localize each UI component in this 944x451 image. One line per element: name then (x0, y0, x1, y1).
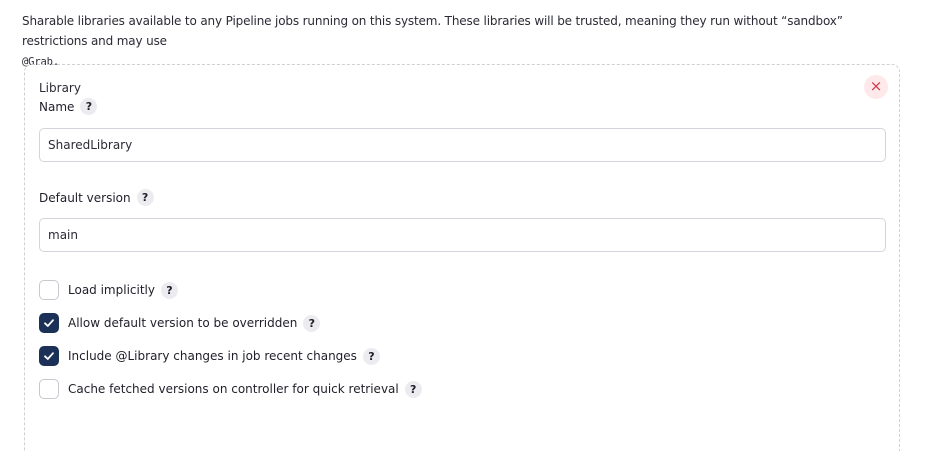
load-implicitly-checkbox[interactable] (39, 280, 59, 300)
allow-override-help-icon[interactable]: ? (303, 314, 321, 332)
libraries-description-text: Sharable libraries available to any Pipe… (22, 14, 843, 48)
option-cache-versions[interactable]: Cache fetched versions on controller for… (39, 379, 422, 399)
option-load-implicitly[interactable]: Load implicitly ? (39, 280, 178, 300)
default-version-label: Default version (39, 190, 131, 205)
default-version-label-row: Default version ? (39, 189, 154, 206)
library-card: Library × Name ? Default version ? Load … (24, 64, 900, 451)
default-version-input[interactable] (39, 218, 886, 252)
default-version-help-icon[interactable]: ? (136, 189, 154, 206)
load-implicitly-label[interactable]: Load implicitly (68, 283, 155, 297)
include-changes-help-icon[interactable]: ? (362, 347, 380, 365)
include-changes-checkbox[interactable] (39, 346, 59, 366)
load-implicitly-help-icon[interactable]: ? (160, 281, 178, 299)
allow-override-label[interactable]: Allow default version to be overridden (68, 316, 297, 330)
checkmark-icon (44, 319, 54, 327)
checkmark-icon (44, 352, 54, 360)
close-icon: × (869, 77, 883, 95)
delete-library-button[interactable]: × (864, 75, 888, 99)
include-changes-label[interactable]: Include @Library changes in job recent c… (68, 349, 357, 363)
option-include-changes[interactable]: Include @Library changes in job recent c… (39, 346, 380, 366)
allow-override-checkbox[interactable] (39, 313, 59, 333)
name-help-icon[interactable]: ? (80, 98, 98, 115)
option-allow-override[interactable]: Allow default version to be overridden ? (39, 313, 321, 333)
name-field-label-row: Name ? (39, 98, 98, 115)
cache-versions-checkbox[interactable] (39, 379, 59, 399)
cache-versions-label[interactable]: Cache fetched versions on controller for… (68, 382, 399, 396)
library-heading: Library (39, 81, 81, 95)
name-label: Name (39, 99, 75, 114)
name-input[interactable] (39, 128, 886, 162)
global-pipeline-libraries-section: Sharable libraries available to any Pipe… (0, 0, 944, 451)
cache-versions-help-icon[interactable]: ? (404, 380, 422, 398)
libraries-description: Sharable libraries available to any Pipe… (22, 11, 902, 72)
